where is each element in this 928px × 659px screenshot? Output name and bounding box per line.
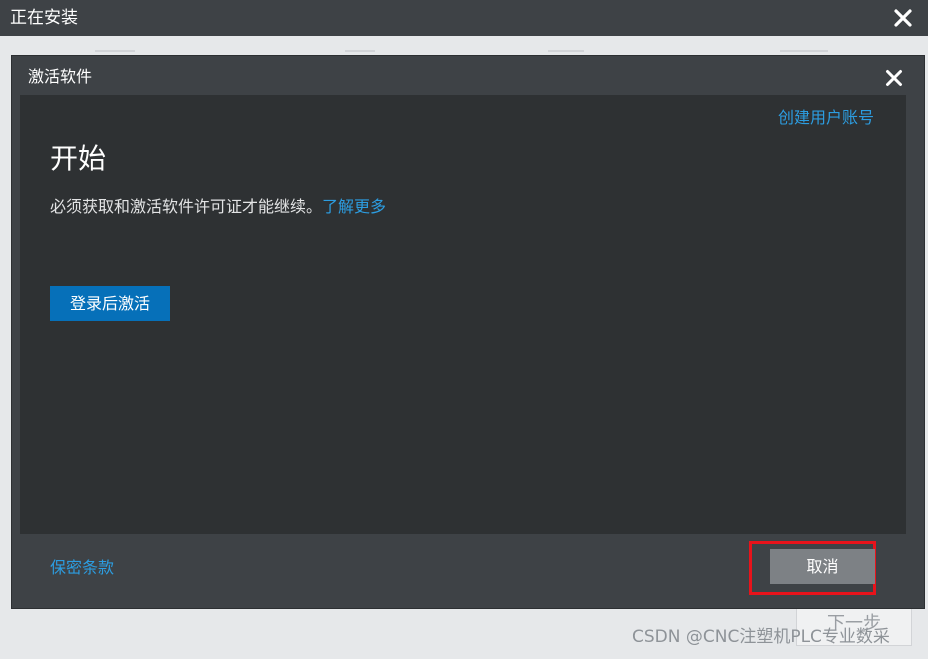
page-title: 开始: [50, 142, 107, 175]
privacy-policy-link[interactable]: 保密条款: [50, 557, 114, 579]
dialog-close-icon[interactable]: [884, 68, 904, 88]
background-text-fragment: [345, 50, 375, 52]
installer-title-bar: 正在安装: [0, 0, 928, 36]
installer-title: 正在安装: [10, 8, 78, 28]
dialog-title: 激活软件: [28, 67, 93, 86]
background-text-fragment: [780, 50, 828, 52]
cancel-button[interactable]: 取消: [770, 549, 875, 584]
description-text: 必须获取和激活软件许可证才能继续。: [50, 197, 323, 216]
activate-software-dialog: 激活软件 创建用户账号 开始 必须获取和激活软件许可证才能继续。了解更多 登录后…: [12, 56, 924, 608]
installer-close-icon[interactable]: [892, 7, 914, 29]
learn-more-link[interactable]: 了解更多: [322, 197, 386, 216]
watermark: CSDN @CNC注塑机PLC专业数采: [632, 627, 890, 647]
dialog-footer: 保密条款 取消: [20, 534, 906, 601]
dialog-content: 创建用户账号 开始 必须获取和激活软件许可证才能继续。了解更多 登录后激活: [20, 95, 906, 534]
background-text-fragment: [95, 50, 135, 52]
create-account-link[interactable]: 创建用户账号: [778, 107, 874, 129]
background-text-fragment: [548, 50, 584, 52]
license-description: 必须获取和激活软件许可证才能继续。了解更多: [50, 196, 386, 218]
sign-in-activate-button[interactable]: 登录后激活: [50, 286, 170, 321]
